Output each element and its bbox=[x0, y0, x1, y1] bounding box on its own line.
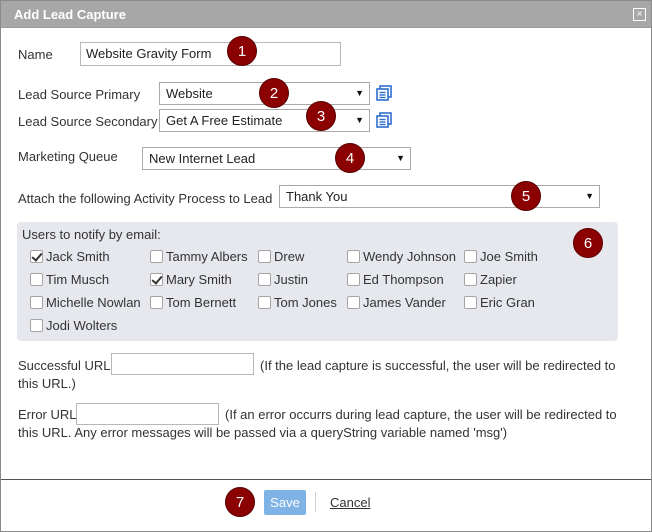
user-name-label: Mary Smith bbox=[166, 272, 232, 287]
user-checkbox-item[interactable]: Mary Smith bbox=[150, 272, 232, 287]
lead-source-secondary-select[interactable]: Get A Free Estimate ▼ bbox=[159, 109, 370, 132]
notify-heading: Users to notify by email: bbox=[22, 227, 161, 242]
save-button[interactable]: Save bbox=[264, 490, 306, 515]
lead-source-secondary-label: Lead Source Secondary bbox=[18, 114, 158, 129]
cancel-link[interactable]: Cancel bbox=[330, 495, 370, 510]
dialog-title: Add Lead Capture bbox=[14, 7, 126, 22]
user-checkbox-item[interactable]: Tammy Albers bbox=[150, 249, 248, 264]
checkbox[interactable] bbox=[347, 296, 360, 309]
lead-source-secondary-value: Get A Free Estimate bbox=[166, 113, 283, 128]
checkbox[interactable] bbox=[464, 296, 477, 309]
user-name-label: Jodi Wolters bbox=[46, 318, 118, 333]
callout-badge-2: 2 bbox=[259, 78, 289, 108]
user-name-label: Joe Smith bbox=[480, 249, 538, 264]
user-name-label: Tom Bernett bbox=[166, 295, 237, 310]
callout-badge-4: 4 bbox=[335, 143, 365, 173]
lead-source-primary-label: Lead Source Primary bbox=[18, 87, 141, 102]
button-divider bbox=[315, 492, 316, 512]
user-name-label: Justin bbox=[274, 272, 308, 287]
checkbox[interactable] bbox=[30, 296, 43, 309]
close-icon[interactable]: × bbox=[633, 8, 646, 21]
callout-badge-3: 3 bbox=[306, 101, 336, 131]
user-checkbox-item[interactable]: Joe Smith bbox=[464, 249, 538, 264]
user-checkbox-item[interactable]: Jack Smith bbox=[30, 249, 110, 264]
activity-process-value: Thank You bbox=[286, 189, 348, 204]
user-name-label: Ed Thompson bbox=[363, 272, 444, 287]
user-name-label: James Vander bbox=[363, 295, 446, 310]
user-name-label: Drew bbox=[274, 249, 305, 264]
callout-badge-5: 5 bbox=[511, 181, 541, 211]
error-url-help-cont: this URL. Any error messages will be pas… bbox=[18, 425, 508, 440]
lead-source-primary-value: Website bbox=[166, 86, 213, 101]
error-url-input[interactable] bbox=[76, 403, 219, 425]
user-name-label: Eric Gran bbox=[480, 295, 535, 310]
user-checkbox-item[interactable]: Michelle Nowlan bbox=[30, 295, 141, 310]
error-url-label: Error URL bbox=[18, 407, 77, 422]
dialog-titlebar: Add Lead Capture × bbox=[1, 1, 651, 28]
callout-badge-7: 7 bbox=[225, 487, 255, 517]
checkbox[interactable] bbox=[30, 319, 43, 332]
list-icon[interactable] bbox=[376, 85, 392, 101]
footer-divider bbox=[1, 479, 651, 480]
name-input[interactable]: Website Gravity Form bbox=[80, 42, 341, 66]
user-checkbox-item[interactable]: Tom Bernett bbox=[150, 295, 236, 310]
user-checkbox-item[interactable]: Drew bbox=[258, 249, 304, 264]
activity-process-label: Attach the following Activity Process to… bbox=[18, 191, 273, 206]
user-checkbox-item[interactable]: Tom Jones bbox=[258, 295, 337, 310]
user-name-label: Tom Jones bbox=[274, 295, 337, 310]
user-name-label: Zapier bbox=[480, 272, 517, 287]
checkbox[interactable] bbox=[347, 250, 360, 263]
user-name-label: Wendy Johnson bbox=[363, 249, 456, 264]
marketing-queue-value: New Internet Lead bbox=[149, 151, 256, 166]
checkbox[interactable] bbox=[150, 296, 163, 309]
success-url-input[interactable] bbox=[111, 353, 254, 375]
checkbox[interactable] bbox=[464, 250, 477, 263]
add-lead-capture-dialog: Add Lead Capture × Name Website Gravity … bbox=[0, 0, 652, 532]
success-url-help: (If the lead capture is successful, the … bbox=[260, 358, 616, 373]
checkbox[interactable] bbox=[347, 273, 360, 286]
checkbox[interactable] bbox=[258, 296, 271, 309]
checkbox-checked[interactable] bbox=[30, 250, 43, 263]
chevron-down-icon: ▼ bbox=[355, 88, 364, 98]
checkbox-checked[interactable] bbox=[150, 273, 163, 286]
checkbox[interactable] bbox=[30, 273, 43, 286]
chevron-down-icon: ▼ bbox=[396, 153, 405, 163]
user-checkbox-item[interactable]: Justin bbox=[258, 272, 308, 287]
chevron-down-icon: ▼ bbox=[585, 191, 594, 201]
error-url-help: (If an error occurrs during lead capture… bbox=[225, 407, 617, 422]
success-url-help-cont: this URL.) bbox=[18, 376, 76, 391]
user-checkbox-item[interactable]: Eric Gran bbox=[464, 295, 535, 310]
name-label: Name bbox=[18, 47, 53, 62]
user-checkbox-item[interactable]: Jodi Wolters bbox=[30, 318, 117, 333]
checkbox[interactable] bbox=[464, 273, 477, 286]
user-checkbox-item[interactable]: Wendy Johnson bbox=[347, 249, 456, 264]
checkbox[interactable] bbox=[150, 250, 163, 263]
marketing-queue-label: Marketing Queue bbox=[18, 149, 118, 164]
activity-process-select[interactable]: Thank You ▼ bbox=[279, 185, 600, 208]
callout-badge-6: 6 bbox=[573, 228, 603, 258]
list-icon[interactable] bbox=[376, 112, 392, 128]
user-checkbox-item[interactable]: Zapier bbox=[464, 272, 517, 287]
user-checkbox-item[interactable]: Tim Musch bbox=[30, 272, 109, 287]
success-url-label: Successful URL bbox=[18, 358, 111, 373]
chevron-down-icon: ▼ bbox=[355, 115, 364, 125]
marketing-queue-select[interactable]: New Internet Lead ▼ bbox=[142, 147, 411, 170]
user-name-label: Jack Smith bbox=[46, 249, 110, 264]
checkbox[interactable] bbox=[258, 273, 271, 286]
user-checkbox-item[interactable]: James Vander bbox=[347, 295, 446, 310]
user-name-label: Tim Musch bbox=[46, 272, 110, 287]
callout-badge-1: 1 bbox=[227, 36, 257, 66]
checkbox[interactable] bbox=[258, 250, 271, 263]
user-name-label: Michelle Nowlan bbox=[46, 295, 141, 310]
user-name-label: Tammy Albers bbox=[166, 249, 248, 264]
user-checkbox-item[interactable]: Ed Thompson bbox=[347, 272, 444, 287]
